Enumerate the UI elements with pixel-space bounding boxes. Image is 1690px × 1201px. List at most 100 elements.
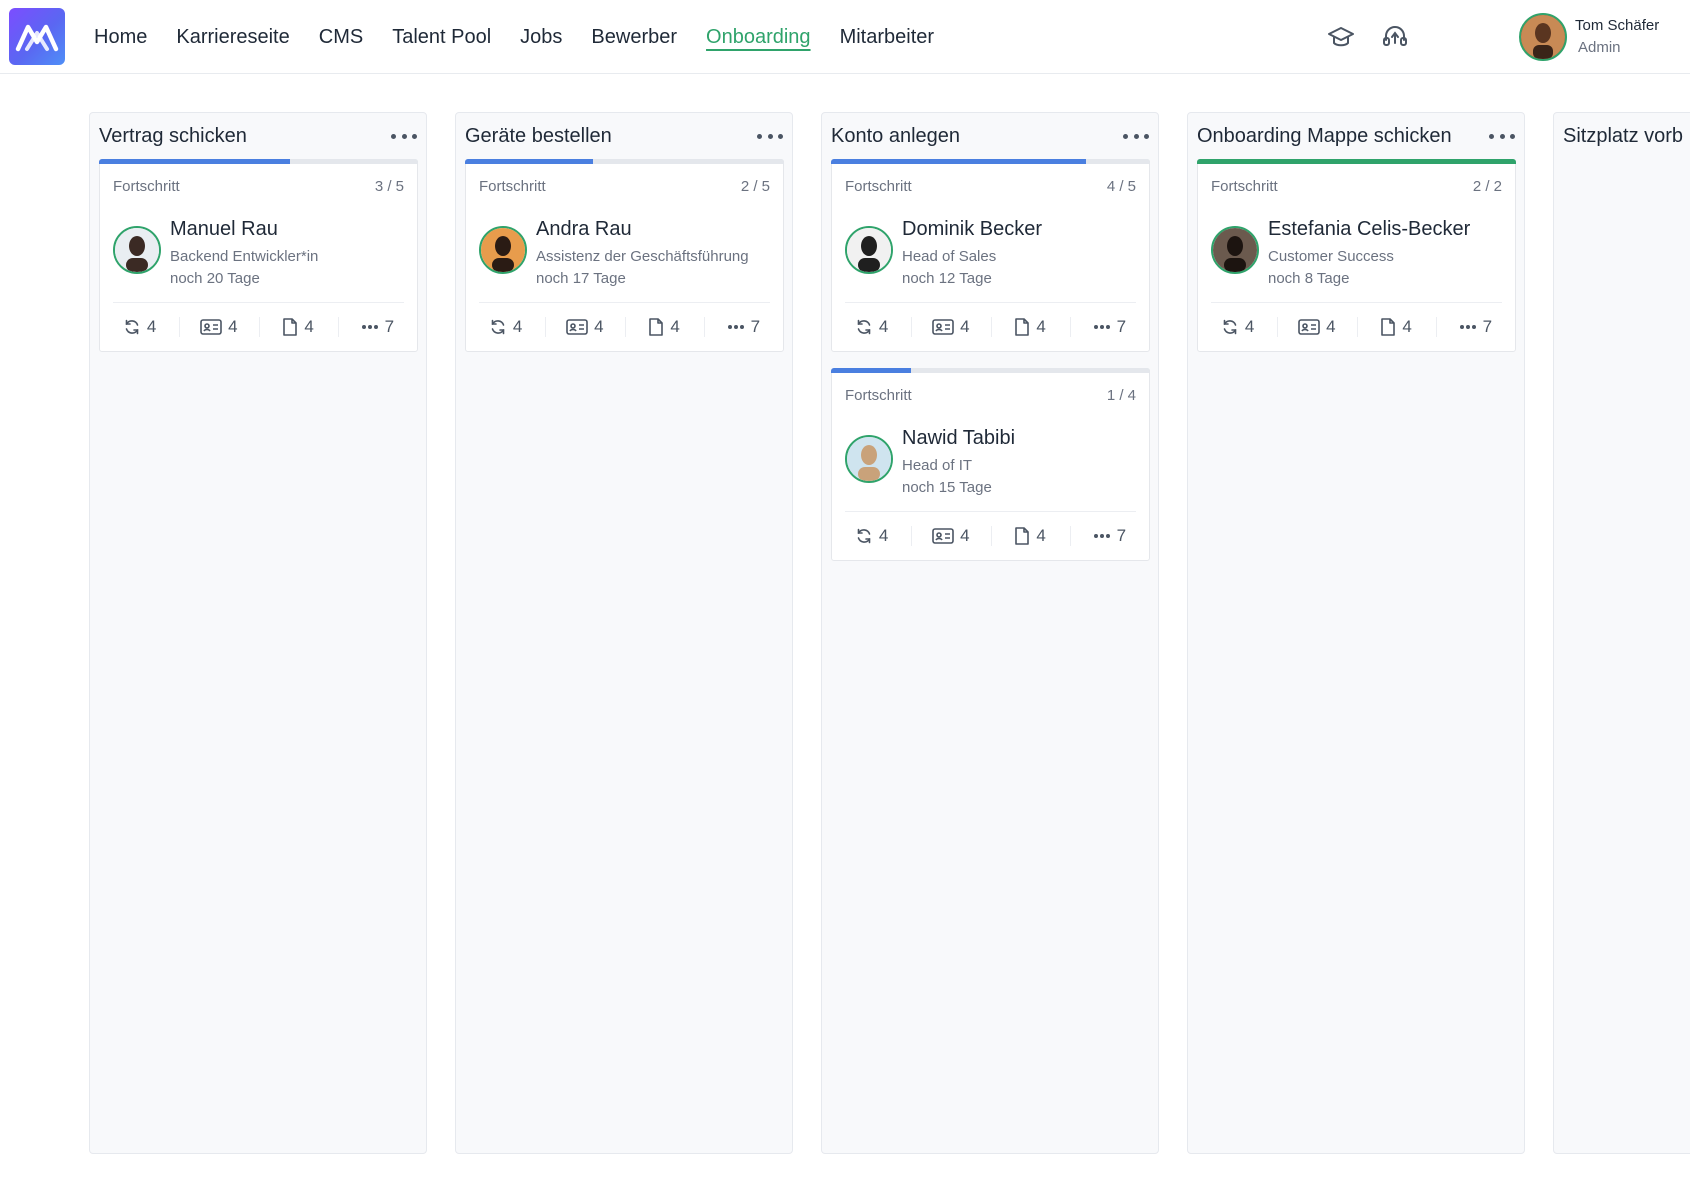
- stat-value: 4: [1326, 317, 1336, 336]
- user-name: Tom Schäfer: [1575, 17, 1660, 34]
- board-column: Vertrag schicken Fortschritt 3 / 5 Manuel R…: [89, 112, 427, 1154]
- sync-icon: [855, 527, 879, 545]
- stat-value: 4: [1036, 317, 1046, 336]
- document-icon: [1014, 318, 1036, 336]
- card-stats: 4 4 4 7: [466, 303, 783, 351]
- nav-cms[interactable]: CMS: [319, 26, 363, 49]
- stat-ids[interactable]: 4: [1277, 303, 1356, 351]
- id-card-icon: [200, 319, 228, 335]
- board-column: Onboarding Mappe schicken Fortschritt 2 / …: [1187, 112, 1525, 1154]
- board-column: Konto anlegen Fortschritt 4 / 5 Dominik Bec…: [821, 112, 1159, 1154]
- stat-value: 4: [1036, 526, 1046, 545]
- column-menu-icon[interactable]: [1489, 126, 1515, 146]
- main-nav: Home Karriereseite CMS Talent Pool Jobs …: [94, 0, 963, 74]
- onboarding-card[interactable]: Fortschritt 3 / 5 Manuel Rau Backend Entwic…: [99, 159, 418, 352]
- employee-role: Backend Entwickler*in: [170, 248, 319, 265]
- stat-docs[interactable]: 4: [1356, 303, 1436, 351]
- onboarding-board: Vertrag schicken Fortschritt 3 / 5 Manuel R…: [0, 74, 1690, 1201]
- nav-jobs[interactable]: Jobs: [520, 26, 562, 49]
- more-dots-icon: [727, 324, 751, 330]
- days-remaining: noch 17 Tage: [536, 270, 626, 287]
- stat-docs[interactable]: 4: [624, 303, 704, 351]
- headset-icon[interactable]: [1379, 21, 1411, 53]
- days-remaining: noch 20 Tage: [170, 270, 260, 287]
- progress-bar: [1197, 159, 1516, 164]
- employee-avatar: [845, 226, 893, 274]
- employee-name: Estefania Celis-Becker: [1268, 218, 1471, 240]
- stat-value: 4: [960, 526, 970, 545]
- progress-bar: [99, 159, 418, 164]
- stat-ids[interactable]: 4: [179, 303, 258, 351]
- column-title: Konto anlegen: [831, 124, 961, 147]
- progress-label: Fortschritt: [845, 387, 912, 404]
- nav-home[interactable]: Home: [94, 26, 147, 49]
- progress-label: Fortschritt: [479, 178, 546, 195]
- progress-bar-fill: [831, 159, 1087, 164]
- more-dots-icon: [361, 324, 385, 330]
- stat-ids[interactable]: 4: [911, 303, 990, 351]
- stat-value: 4: [594, 317, 604, 336]
- stat-value: 7: [1482, 317, 1493, 336]
- stat-tasks[interactable]: 4: [832, 512, 911, 560]
- app-logo[interactable]: [9, 8, 65, 65]
- sync-icon: [1221, 318, 1245, 336]
- stat-more[interactable]: 7: [1435, 303, 1515, 351]
- stat-more[interactable]: 7: [703, 303, 783, 351]
- employee-name: Dominik Becker: [902, 218, 1043, 240]
- stat-tasks[interactable]: 4: [466, 303, 545, 351]
- nav-onboarding[interactable]: Onboarding: [706, 26, 811, 49]
- nav-mitarbeiter[interactable]: Mitarbeiter: [840, 26, 934, 49]
- column-menu-icon[interactable]: [391, 126, 417, 146]
- progress-count: 3 / 5: [374, 178, 404, 195]
- stat-more[interactable]: 7: [1069, 303, 1149, 351]
- column-title: Geräte bestellen: [465, 124, 612, 147]
- column-menu-icon[interactable]: [1123, 126, 1149, 146]
- stat-ids[interactable]: 4: [545, 303, 624, 351]
- onboarding-card[interactable]: Fortschritt 2 / 5 Andra Rau Assistenz der G…: [465, 159, 784, 352]
- stat-docs[interactable]: 4: [990, 303, 1070, 351]
- stat-value: 4: [512, 317, 523, 336]
- stat-docs[interactable]: 4: [258, 303, 338, 351]
- onboarding-card[interactable]: Fortschritt 1 / 4 Nawid Tabibi Head of IT no…: [831, 368, 1150, 561]
- stat-tasks[interactable]: 4: [1198, 303, 1277, 351]
- stat-value: 7: [750, 317, 761, 336]
- progress-bar: [831, 368, 1150, 373]
- sync-icon: [123, 318, 147, 336]
- stat-value: 7: [384, 317, 395, 336]
- stat-docs[interactable]: 4: [990, 512, 1070, 560]
- progress-bar-fill: [831, 368, 911, 373]
- nav-bewerber[interactable]: Bewerber: [591, 26, 677, 49]
- card-stats: 4 4 4 7: [1198, 303, 1515, 351]
- days-remaining: noch 15 Tage: [902, 479, 992, 496]
- stat-value: 7: [1116, 526, 1127, 545]
- graduation-cap-icon[interactable]: [1325, 21, 1357, 53]
- stat-tasks[interactable]: 4: [832, 303, 911, 351]
- employee-avatar: [1211, 226, 1259, 274]
- column-menu-icon[interactable]: [757, 126, 783, 146]
- employee-name: Nawid Tabibi: [902, 427, 1016, 449]
- user-menu[interactable]: Tom Schäfer Admin: [1519, 13, 1659, 61]
- employee-avatar: [845, 435, 893, 483]
- days-remaining: noch 12 Tage: [902, 270, 992, 287]
- onboarding-card[interactable]: Fortschritt 4 / 5 Dominik Becker Head of Sa…: [831, 159, 1150, 352]
- stat-more[interactable]: 7: [337, 303, 417, 351]
- stat-ids[interactable]: 4: [911, 512, 990, 560]
- stat-tasks[interactable]: 4: [100, 303, 179, 351]
- column-header: Sitzplatz vorb: [1563, 113, 1690, 159]
- progress-bar: [465, 159, 784, 164]
- employee-role: Head of Sales: [902, 248, 997, 265]
- employee-role: Customer Success: [1268, 248, 1394, 265]
- card-stats: 4 4 4 7: [100, 303, 417, 351]
- stat-value: 4: [670, 317, 680, 336]
- stat-value: 4: [1402, 317, 1412, 336]
- document-icon: [282, 318, 304, 336]
- nav-talent-pool[interactable]: Talent Pool: [392, 26, 491, 49]
- onboarding-card[interactable]: Fortschritt 2 / 2 Estefania Celis-Becker Cu…: [1197, 159, 1516, 352]
- board-column: Geräte bestellen Fortschritt 2 / 5 Andra Ra…: [455, 112, 793, 1154]
- progress-label: Fortschritt: [845, 178, 912, 195]
- stat-more[interactable]: 7: [1069, 512, 1149, 560]
- progress-bar-fill: [99, 159, 291, 164]
- nav-karriereseite[interactable]: Karriereseite: [176, 26, 289, 49]
- progress-bar: [831, 159, 1150, 164]
- sync-icon: [489, 318, 513, 336]
